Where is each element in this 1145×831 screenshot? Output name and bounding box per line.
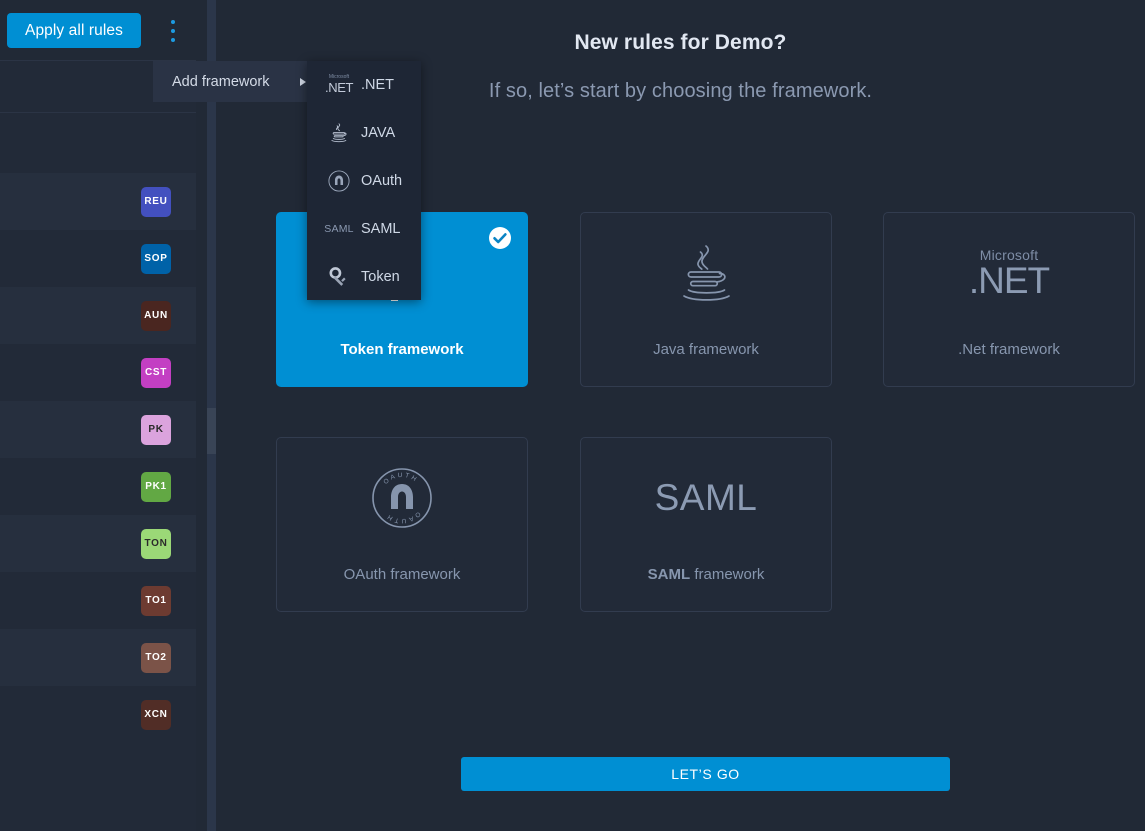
- sidebar-rule-row[interactable]: TON: [0, 515, 196, 572]
- check-circle-icon: [488, 226, 512, 250]
- apply-all-rules-button[interactable]: Apply all rules: [7, 13, 141, 48]
- rule-badge: PK1: [141, 471, 171, 502]
- sidebar: Apply all rules REU SOP AUN CST PK PK1 TON TO1 T…: [0, 0, 196, 831]
- oauth-icon: OAUTH OAUTH: [277, 438, 527, 558]
- framework-card-dotnet[interactable]: Microsoft .NET .Net framework: [883, 212, 1135, 387]
- framework-card-label: OAuth framework: [343, 566, 461, 583]
- sidebar-rule-row[interactable]: PK: [0, 401, 196, 458]
- dotnet-icon: Microsoft .NET: [325, 73, 354, 95]
- dotnet-icon: Microsoft .NET: [884, 213, 1134, 333]
- framework-card-java[interactable]: Java framework: [580, 212, 832, 387]
- submenu-item-label: Token: [361, 269, 400, 285]
- chevron-right-icon: [300, 77, 306, 86]
- rule-badge: CST: [141, 357, 171, 388]
- sidebar-scrollbar-thumb[interactable]: [207, 408, 216, 454]
- context-menu-label: Add framework: [172, 73, 270, 90]
- page-title: New rules for Demo?: [574, 31, 787, 54]
- framework-submenu: Microsoft .NET .NET JAVA OAuth SAML SAML Token: [307, 61, 421, 300]
- rule-badge: TO2: [141, 642, 171, 673]
- sidebar-rule-row[interactable]: CST: [0, 344, 196, 401]
- app-root: Apply all rules REU SOP AUN CST PK PK1 TON TO1 T…: [0, 0, 1145, 831]
- framework-card-saml[interactable]: SAML SAML framework: [580, 437, 832, 612]
- framework-card-label: SAML framework: [647, 566, 765, 583]
- sidebar-rule-row[interactable]: REU: [0, 173, 196, 230]
- rule-badge: AUN: [141, 300, 171, 331]
- key-icon: [325, 263, 353, 291]
- sidebar-rule-row[interactable]: XCN: [0, 686, 196, 743]
- submenu-item-java[interactable]: JAVA: [307, 109, 421, 157]
- saml-icon: SAML: [324, 223, 354, 235]
- sidebar-rule-row[interactable]: PK1: [0, 458, 196, 515]
- submenu-item-net[interactable]: Microsoft .NET .NET: [307, 61, 421, 109]
- sidebar-rule-list: REU SOP AUN CST PK PK1 TON TO1 TO2 XCN: [0, 173, 196, 743]
- saml-icon: SAML: [581, 438, 831, 558]
- framework-card-label: Java framework: [653, 341, 759, 358]
- context-menu-item-add-framework[interactable]: Add framework: [153, 61, 320, 102]
- svg-text:OAUTH: OAUTH: [382, 472, 419, 486]
- submenu-item-saml[interactable]: SAML SAML: [307, 205, 421, 253]
- rule-badge: PK: [141, 414, 171, 445]
- rule-badge: TON: [141, 528, 171, 559]
- oauth-icon: [325, 167, 353, 195]
- java-icon: [581, 213, 831, 333]
- lets-go-button[interactable]: LET’S GO: [461, 757, 950, 791]
- submenu-item-oauth[interactable]: OAuth: [307, 157, 421, 205]
- sidebar-rule-row[interactable]: TO1: [0, 572, 196, 629]
- submenu-item-label: .NET: [361, 77, 395, 93]
- sidebar-rule-row[interactable]: SOP: [0, 230, 196, 287]
- saml-label-bold: SAML: [647, 566, 691, 583]
- submenu-item-label: SAML: [361, 221, 401, 237]
- sidebar-subheader-strip: [0, 113, 196, 173]
- sidebar-rule-row[interactable]: AUN: [0, 287, 196, 344]
- framework-card-oauth[interactable]: OAUTH OAUTH OAuth framework: [276, 437, 528, 612]
- submenu-item-token[interactable]: Token: [307, 253, 421, 301]
- dotnet-logo-text: .NET: [968, 259, 1050, 301]
- submenu-item-label: OAuth: [361, 173, 403, 189]
- rule-badge: TO1: [141, 585, 171, 616]
- sidebar-rule-row[interactable]: TO2: [0, 629, 196, 686]
- rule-badge: REU: [141, 186, 171, 217]
- framework-card-label: .Net framework: [958, 341, 1060, 358]
- rule-badge: SOP: [141, 243, 171, 274]
- rule-badge: XCN: [141, 699, 171, 730]
- sidebar-toolbar: Apply all rules: [0, 0, 196, 60]
- framework-card-label: Token framework: [340, 341, 464, 358]
- submenu-item-label: JAVA: [361, 125, 396, 141]
- svg-text:OAUTH: OAUTH: [384, 510, 421, 524]
- java-icon: [325, 119, 353, 147]
- saml-logo-text: SAML: [654, 477, 758, 518]
- more-vertical-icon[interactable]: [165, 18, 181, 44]
